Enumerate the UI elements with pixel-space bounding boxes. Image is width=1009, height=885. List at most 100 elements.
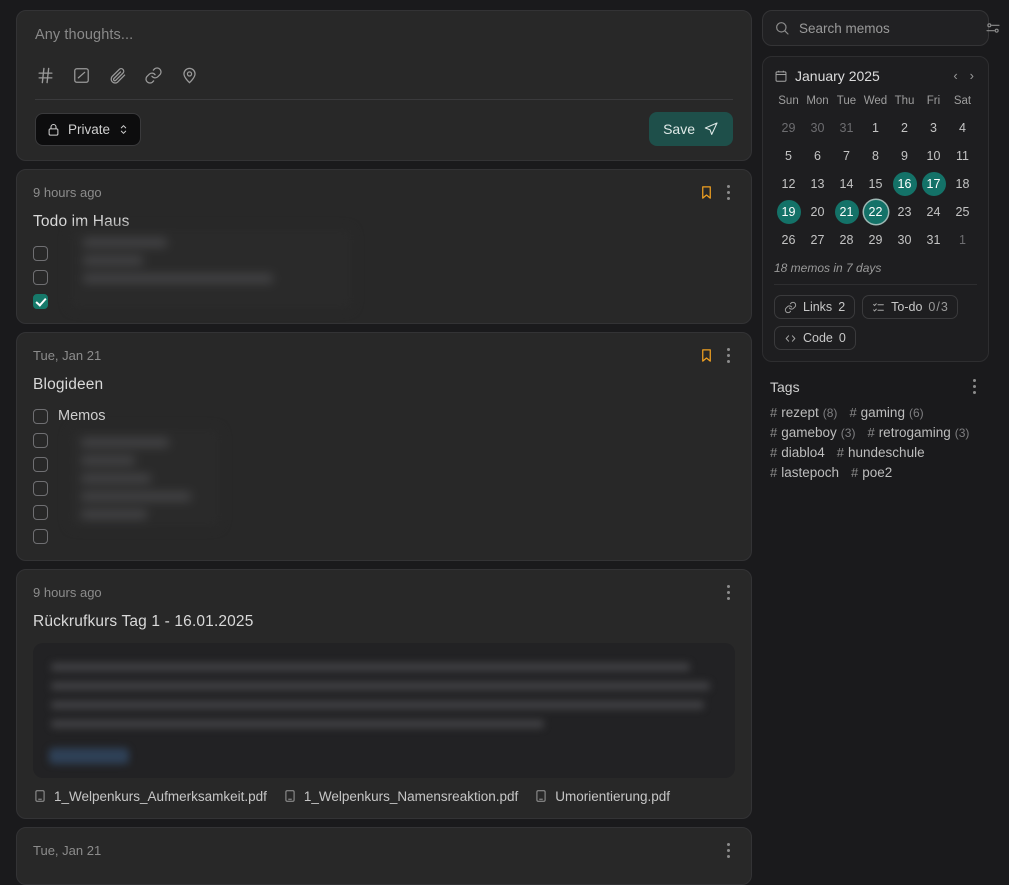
todo-checkbox[interactable] [33, 408, 48, 424]
calendar-weekday: Tue [836, 95, 857, 107]
calendar-day[interactable]: 6 [806, 144, 830, 168]
hash-icon: # [849, 405, 857, 420]
todo-icon [873, 302, 885, 312]
stat-code-label: Code [803, 331, 833, 345]
calendar-day[interactable]: 9 [893, 144, 917, 168]
calendar-day[interactable]: 14 [835, 172, 859, 196]
tags-panel: Tags # rezept (8) # gaming (6) # gameboy (3) # ret… [762, 372, 989, 480]
tags-more-menu-button[interactable] [968, 376, 981, 397]
calendar-day[interactable]: 26 [777, 228, 801, 252]
calendar-day[interactable]: 3 [922, 116, 946, 140]
calendar-day[interactable]: 12 [777, 172, 801, 196]
memo-card[interactable]: Tue, Jan 21 Blogideen Memos [16, 332, 752, 561]
calendar-day[interactable]: 5 [777, 144, 801, 168]
memo-card[interactable]: 9 hours ago Rückrufkurs Tag 1 - 16.01.20… [16, 569, 752, 819]
calendar-day[interactable]: 8 [864, 144, 888, 168]
calendar-day[interactable]: 7 [835, 144, 859, 168]
stat-todo[interactable]: To-do 0/3 [862, 295, 958, 319]
calendar-day[interactable]: 10 [922, 144, 946, 168]
code-icon [785, 334, 796, 342]
stat-code[interactable]: Code 0 [774, 326, 856, 350]
calendar-day[interactable]: 24 [922, 200, 946, 224]
attachment-item[interactable]: 1_Welpenkurs_Aufmerksamkeit.pdf [33, 788, 267, 804]
calendar-day[interactable]: 18 [951, 172, 975, 196]
calendar-day[interactable]: 19 [776, 200, 801, 224]
calendar-day[interactable]: 22 [863, 200, 888, 224]
todo-checkbox[interactable] [33, 245, 48, 261]
memo-timestamp: Tue, Jan 21 [33, 843, 102, 858]
todo-checkbox[interactable] [33, 480, 48, 496]
calendar-day[interactable]: 17 [921, 172, 946, 196]
memo-more-menu-button[interactable] [722, 840, 735, 861]
todo-checkbox[interactable] [33, 528, 48, 544]
todo-checkbox[interactable] [33, 432, 48, 448]
todo-checkbox[interactable] [33, 504, 48, 520]
memo-todo-list [33, 228, 735, 310]
link-icon [784, 301, 797, 313]
send-icon [704, 122, 718, 135]
memo-editor-placeholder[interactable]: Any thoughts... [35, 27, 733, 65]
calendar-day[interactable]: 1 [864, 116, 888, 140]
location-pin-icon[interactable] [179, 65, 199, 85]
memo-card[interactable]: Tue, Jan 21 [16, 827, 752, 885]
memo-stats: Links 2 To-do 0/3 Code 0 [774, 295, 977, 350]
todo-checkbox[interactable] [33, 293, 48, 309]
calendar-weekday: Sat [953, 95, 972, 107]
calendar-day[interactable]: 30 [893, 228, 917, 252]
paperclip-icon[interactable] [107, 65, 127, 85]
tag-item[interactable]: # gaming (6) [849, 405, 923, 420]
hash-icon[interactable] [35, 65, 55, 85]
calendar-weekday: Wed [863, 95, 888, 107]
calendar-day[interactable]: 29 [777, 116, 801, 140]
calendar-day[interactable]: 20 [806, 200, 830, 224]
calendar-day[interactable]: 25 [951, 200, 975, 224]
calendar-day[interactable]: 15 [864, 172, 888, 196]
tag-item[interactable]: # retrogaming (3) [867, 425, 969, 440]
bookmark-icon[interactable] [699, 347, 714, 364]
stat-links[interactable]: Links 2 [774, 295, 856, 319]
todo-item[interactable]: Memos [33, 404, 735, 428]
calendar-day[interactable]: 29 [864, 228, 888, 252]
calendar-day[interactable]: 4 [951, 116, 975, 140]
memo-more-menu-button[interactable] [722, 182, 735, 203]
todo-checkbox[interactable] [33, 456, 48, 472]
memo-more-menu-button[interactable] [722, 582, 735, 603]
calendar-day[interactable]: 28 [835, 228, 859, 252]
filter-sliders-icon[interactable] [985, 20, 1001, 36]
search-bar[interactable] [762, 10, 1000, 46]
attachment-item[interactable]: 1_Welpenkurs_Namensreaktion.pdf [283, 788, 518, 804]
search-input[interactable] [799, 20, 976, 36]
tag-item[interactable]: # diablo4 [770, 445, 825, 460]
calendar-day[interactable]: 21 [834, 200, 859, 224]
memo-editor[interactable]: Any thoughts... Private Save [16, 10, 752, 161]
tag-item[interactable]: # lastepoch [770, 465, 839, 480]
tag-item[interactable]: # rezept (8) [770, 405, 837, 420]
memo-header: 9 hours ago [33, 182, 735, 203]
save-button[interactable]: Save [649, 112, 733, 146]
memo-card[interactable]: 9 hours ago Todo im Haus [16, 169, 752, 324]
visibility-selector[interactable]: Private [35, 112, 142, 146]
calendar-prev-button[interactable]: ‹ [950, 67, 960, 84]
calendar-next-button[interactable]: › [967, 67, 977, 84]
calendar-day[interactable]: 30 [806, 116, 830, 140]
calendar-day[interactable]: 31 [922, 228, 946, 252]
hash-icon: # [836, 445, 845, 460]
checkbox-list-icon[interactable] [71, 65, 91, 85]
todo-checkbox[interactable] [33, 269, 48, 285]
calendar-day[interactable]: 1 [951, 228, 975, 252]
calendar-day[interactable]: 13 [806, 172, 830, 196]
bookmark-icon[interactable] [699, 184, 714, 201]
tag-item[interactable]: # gameboy (3) [770, 425, 855, 440]
calendar-day[interactable]: 16 [892, 172, 917, 196]
link-icon[interactable] [143, 65, 163, 85]
stat-todo-label: To-do [891, 300, 923, 314]
memo-more-menu-button[interactable] [722, 345, 735, 366]
calendar-day[interactable]: 11 [951, 144, 975, 168]
attachment-item[interactable]: Umorientierung.pdf [534, 788, 670, 804]
calendar-day[interactable]: 27 [806, 228, 830, 252]
calendar-day[interactable]: 31 [835, 116, 859, 140]
calendar-day[interactable]: 2 [893, 116, 917, 140]
tag-item[interactable]: # poe2 [851, 465, 892, 480]
tag-item[interactable]: # hundeschule [837, 445, 925, 460]
calendar-day[interactable]: 23 [893, 200, 917, 224]
